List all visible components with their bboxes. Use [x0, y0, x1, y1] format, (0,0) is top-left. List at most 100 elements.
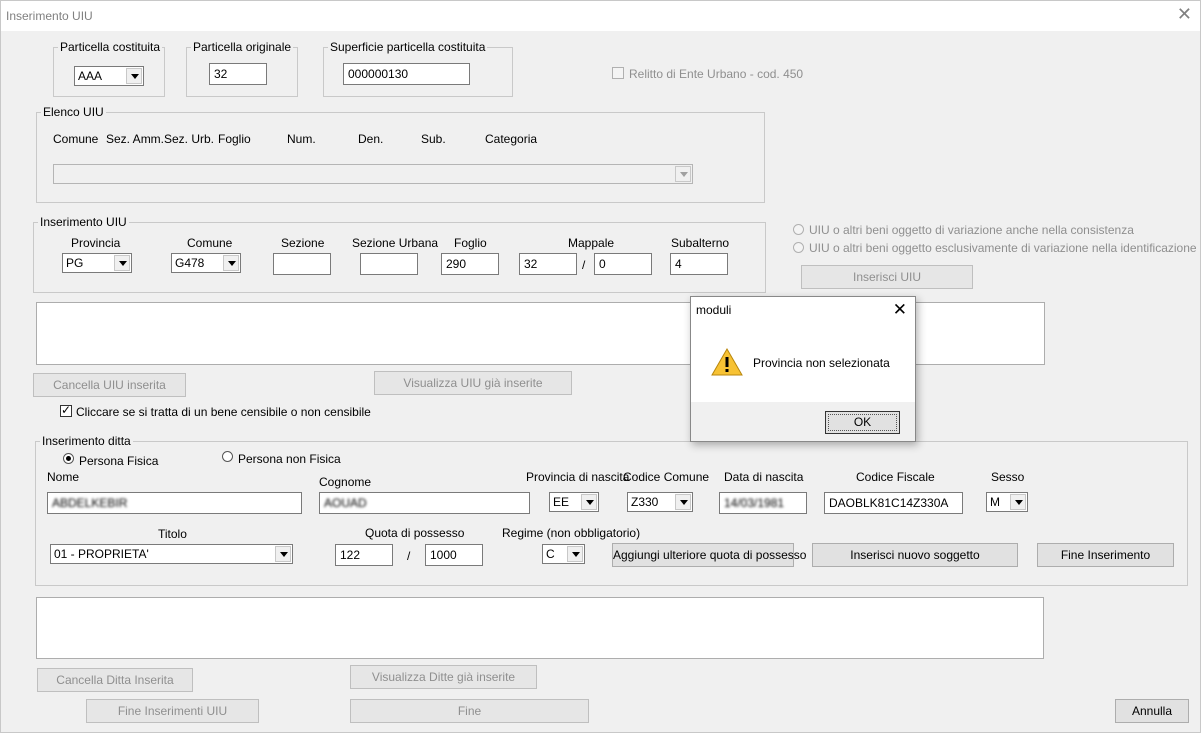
codice-comune-label: Codice Comune [623, 470, 710, 484]
quota-num-field[interactable]: 122 [335, 544, 393, 566]
quota-den-field[interactable]: 1000 [425, 544, 483, 566]
data-nascita-label: Data di nascita [724, 470, 804, 484]
bene-censibile-checkbox[interactable]: ✓ [60, 403, 72, 417]
quota-label: Quota di possesso [365, 526, 465, 540]
chevron-down-icon[interactable] [1010, 494, 1026, 510]
warning-icon [711, 347, 743, 376]
regime-label: Regime (non obbligatorio) [502, 526, 641, 540]
sezione-urbana-label: Sezione Urbana [352, 236, 439, 250]
comune-select[interactable]: G478 [171, 253, 241, 273]
subalterno-label: Subalterno [671, 236, 730, 250]
fine-inserimenti-uiu-button[interactable]: Fine Inserimenti UIU [86, 699, 259, 723]
particella-originale-legend: Particella originale [193, 40, 292, 54]
elenco-uiu-select[interactable] [53, 164, 693, 184]
persona-fisica-radio[interactable] [63, 453, 74, 464]
chevron-down-icon[interactable] [567, 546, 583, 562]
particella-originale-field[interactable]: 32 [209, 63, 267, 85]
superficie-legend: Superficie particella costituita [330, 40, 486, 54]
variazione-identificazione-radio[interactable] [793, 242, 804, 253]
cognome-field[interactable]: AOUAD [319, 492, 530, 514]
column-header: Num. [287, 132, 316, 146]
data-nascita-field[interactable]: 14/03/1981 [719, 492, 807, 514]
variazione-consistenza-label: UIU o altri beni oggetto di variazione a… [809, 223, 1134, 237]
visualizza-uiu-button[interactable]: Visualizza UIU già inserite [374, 371, 572, 395]
sesso-select[interactable]: M [986, 492, 1028, 512]
chevron-down-icon[interactable] [114, 255, 130, 271]
chevron-down-icon[interactable] [675, 166, 691, 182]
column-header: Sub. [421, 132, 446, 146]
titolo-select[interactable]: 01 - PROPRIETA' [50, 544, 293, 564]
chevron-down-icon[interactable] [223, 255, 239, 271]
sezione-urbana-field[interactable] [360, 253, 418, 275]
chevron-down-icon[interactable] [675, 494, 691, 510]
mappale-den-field[interactable]: 0 [594, 253, 652, 275]
data-nascita-value: 14/03/1981 [724, 496, 785, 510]
variazione-consistenza-radio[interactable] [793, 224, 804, 235]
mappale-field[interactable]: 32 [519, 253, 577, 275]
particella-costituita-value: AAA [78, 69, 103, 83]
elenco-uiu-legend: Elenco UIU [43, 105, 104, 119]
dialog-message: Provincia non selezionata [753, 356, 890, 370]
provincia-select[interactable]: PG [62, 253, 132, 273]
aggiungi-quota-button[interactable]: Aggiungi ulteriore quota di possesso [612, 543, 806, 567]
mappale-label: Mappale [568, 236, 615, 250]
nome-value: ABDELKEBIR [52, 496, 128, 510]
inserimento-ditta-legend: Inserimento ditta [42, 434, 131, 448]
cancella-uiu-button[interactable]: Cancella UIU inserita [33, 373, 186, 397]
codice-fiscale-field[interactable]: DAOBLK81C14Z330A [824, 492, 963, 514]
chevron-down-icon[interactable] [581, 494, 597, 510]
persona-fisica-label: Persona Fisica [79, 454, 159, 468]
column-header: Comune [53, 132, 99, 146]
provincia-label: Provincia [71, 236, 121, 250]
foglio-label: Foglio [454, 236, 487, 250]
cancella-ditta-button[interactable]: Cancella Ditta Inserita [37, 668, 193, 692]
inserimento-uiu-legend: Inserimento UIU [40, 215, 127, 229]
ok-button[interactable]: OK [825, 411, 900, 434]
provincia-value: PG [66, 256, 84, 270]
codice-fiscale-label: Codice Fiscale [856, 470, 935, 484]
bene-censibile-label: Cliccare se si tratta di un bene censibi… [76, 405, 371, 419]
fine-inserimento-button[interactable]: Fine Inserimento [1037, 543, 1174, 567]
visualizza-ditte-button[interactable]: Visualizza Ditte già inserite [350, 665, 537, 689]
regime-select[interactable]: C [542, 544, 585, 564]
close-icon[interactable]: ✕ [893, 300, 907, 320]
provincia-nascita-select[interactable]: EE [549, 492, 599, 512]
variazione-identificazione-label: UIU o altri beni oggetto esclusivamente … [809, 241, 1197, 255]
window-title: Inserimento UIU [6, 9, 93, 23]
checkmark-icon: ✓ [61, 403, 72, 417]
chevron-down-icon[interactable] [126, 68, 142, 84]
provincia-nascita-value: EE [553, 495, 570, 509]
superficie-field[interactable]: 000000130 [343, 63, 470, 85]
sezione-label: Sezione [281, 236, 325, 250]
ditte-inserite-list[interactable] [36, 597, 1044, 659]
codice-comune-select[interactable]: Z330 [627, 492, 693, 512]
relitto-checkbox[interactable] [612, 67, 624, 79]
title-bar: Inserimento UIU ✕ [1, 1, 1200, 31]
persona-non-fisica-radio[interactable] [222, 451, 233, 462]
comune-value: G478 [175, 256, 205, 270]
particella-costituita-select[interactable]: AAA [74, 66, 144, 86]
dialog-title: moduli [696, 303, 732, 317]
close-icon[interactable]: ✕ [1177, 5, 1192, 23]
foglio-field[interactable]: 290 [441, 253, 499, 275]
codice-comune-value: Z330 [631, 495, 659, 509]
inserisci-soggetto-button[interactable]: Inserisci nuovo soggetto [812, 543, 1018, 567]
column-header: Categoria [485, 132, 538, 146]
sesso-label: Sesso [991, 470, 1025, 484]
column-header: Den. [358, 132, 384, 146]
relitto-label: Relitto di Ente Urbano - cod. 450 [629, 67, 804, 81]
inserisci-uiu-button[interactable]: Inserisci UIU [801, 265, 973, 289]
column-header: Sez. Urb. [164, 132, 215, 146]
nome-label: Nome [47, 470, 80, 484]
sesso-value: M [990, 495, 1000, 509]
annulla-button[interactable]: Annulla [1115, 699, 1189, 723]
nome-field[interactable]: ABDELKEBIR [47, 492, 302, 514]
elenco-uiu-group: Elenco UIU [36, 105, 765, 203]
titolo-value: 01 - PROPRIETA' [54, 547, 149, 561]
chevron-down-icon[interactable] [275, 546, 291, 562]
sezione-field[interactable] [273, 253, 331, 275]
fine-button[interactable]: Fine [350, 699, 589, 723]
regime-value: C [546, 547, 555, 561]
comune-label: Comune [187, 236, 233, 250]
subalterno-field[interactable]: 4 [670, 253, 728, 275]
